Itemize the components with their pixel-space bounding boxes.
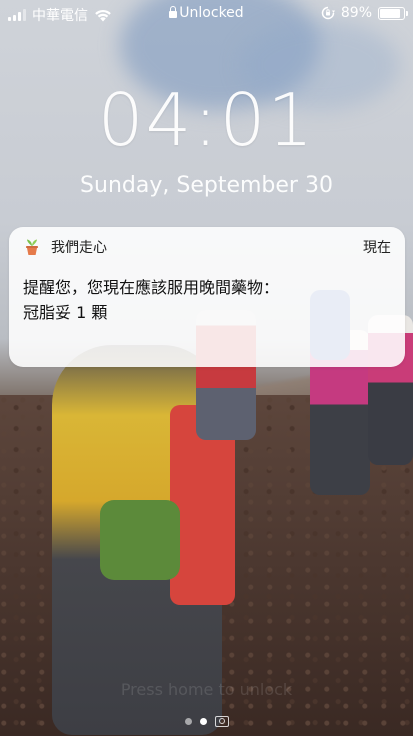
notification-message: 提醒您，您現在應該服用晚間藥物： 冠脂妥 1 顆 [23, 275, 391, 325]
notification-app-name: 我們走心 [51, 240, 107, 256]
notification-message-line: 冠脂妥 1 顆 [23, 303, 108, 322]
battery-fill [380, 8, 401, 18]
battery-percent: 89% [340, 5, 372, 21]
notification-time: 現在 [363, 240, 391, 256]
potted-plant-icon [23, 238, 41, 256]
orientation-lock-icon [321, 6, 335, 20]
hiker-bag [100, 500, 180, 580]
status-bar: 中華電信 Unlocked 89% [0, 0, 413, 28]
status-right: 89% [321, 5, 408, 21]
lock-status-label: Unlocked [179, 5, 244, 21]
notification-header: 我們走心 現在 [23, 237, 391, 257]
notification-card[interactable]: 我們走心 現在 提醒您，您現在應該服用晚間藥物： 冠脂妥 1 顆 [9, 227, 405, 367]
camera-icon[interactable] [214, 716, 229, 727]
padlock-icon [169, 6, 178, 18]
notification-message-line: 提醒您，您現在應該服用晚間藥物： [23, 278, 280, 297]
page-indicator[interactable] [0, 716, 413, 727]
lock-screen-time: 04:01 [97, 78, 316, 162]
battery-icon [378, 6, 408, 20]
lock-screen-date: Sunday, September 30 [80, 173, 333, 198]
page-dot[interactable] [184, 718, 192, 725]
press-home-hint: Press home to unlock [120, 680, 293, 699]
page-dot-active[interactable] [199, 718, 207, 725]
